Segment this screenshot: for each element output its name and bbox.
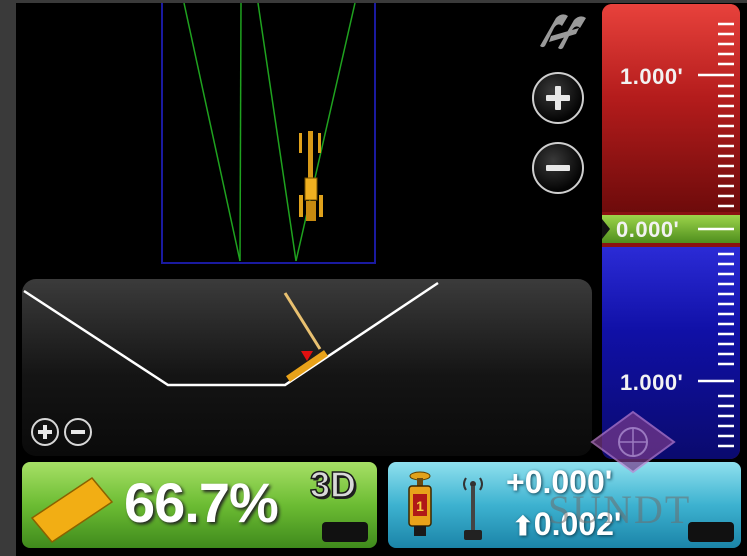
- minus-icon: [546, 165, 570, 171]
- cross-section-drawing: [23, 281, 439, 387]
- design-line: [295, 2, 356, 262]
- lower-scale-label: 1.000': [620, 370, 684, 395]
- design-line: [239, 2, 242, 262]
- gps-antenna-icon: [463, 477, 483, 540]
- section-zoom-out-button[interactable]: [64, 418, 92, 446]
- svg-text:1: 1: [416, 498, 424, 514]
- view-mode-icon[interactable]: [534, 12, 590, 52]
- design-line: [183, 2, 241, 262]
- plan-view-drawing: [161, 0, 376, 264]
- sundt-logo-icon: [590, 410, 676, 474]
- elevation-softkey[interactable]: [688, 522, 734, 542]
- plus-icon: [38, 425, 52, 439]
- mode-3d-badge: 3D: [309, 463, 357, 506]
- up-arrow-icon: ⬆: [512, 511, 534, 541]
- design-profile: [23, 281, 439, 387]
- upper-scale-label: 1.000': [620, 64, 684, 89]
- mast-sensor-icon: 1: [408, 471, 432, 536]
- plus-icon: [546, 86, 570, 110]
- center-scale-label: 0.000': [616, 217, 680, 242]
- current-grade-pointer: [602, 219, 610, 239]
- plan-zoom-in-button[interactable]: [532, 72, 584, 124]
- grader-icon: [299, 131, 323, 221]
- slope-value: 66.7%: [124, 471, 279, 534]
- minus-icon: [71, 430, 85, 434]
- blade-icon: [30, 477, 114, 543]
- design-boundary: [161, 0, 376, 264]
- screen-bezel-left: [0, 0, 16, 556]
- watermark-text: SUNDT: [548, 487, 692, 532]
- plan-zoom-out-button[interactable]: [532, 142, 584, 194]
- grade-indicator-scale: 1.000' 0.000' 1.000': [602, 4, 740, 459]
- design-line: [257, 2, 297, 262]
- section-zoom-in-button[interactable]: [31, 418, 59, 446]
- cross-section-view[interactable]: [22, 279, 592, 456]
- blade-icon: [283, 292, 328, 382]
- slope-status-panel[interactable]: 66.7% 3D: [22, 462, 377, 548]
- plan-view[interactable]: [16, 0, 602, 275]
- machine-control-screen: 1.000' 0.000' 1.000' 66.7% 3D 1 +0.000': [0, 0, 747, 556]
- slope-softkey[interactable]: [322, 522, 368, 542]
